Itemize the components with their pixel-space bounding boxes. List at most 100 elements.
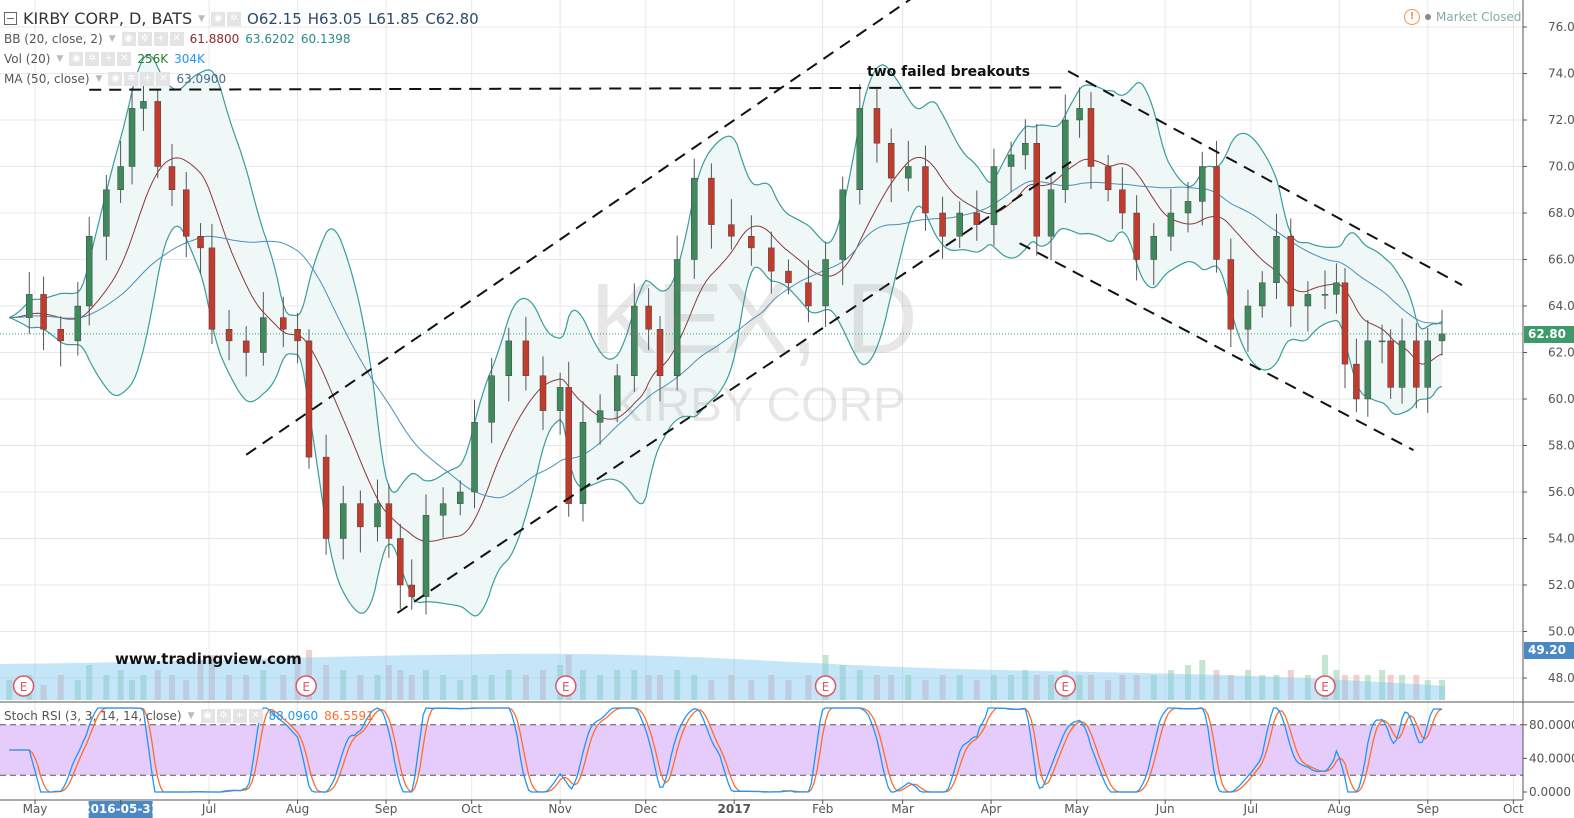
vol-ma-value: 304K xyxy=(174,52,205,66)
stoch-tick-label: 0.0000 xyxy=(1529,785,1571,799)
candle-body xyxy=(539,375,547,411)
chevron-down-icon[interactable]: ▼ xyxy=(188,711,195,721)
plus-icon[interactable]: + xyxy=(101,52,116,66)
price-tick-label: 70.00 xyxy=(1548,160,1574,174)
market-status-text: Market Closed xyxy=(1436,10,1522,24)
candle-body xyxy=(1133,212,1140,260)
candle xyxy=(305,329,313,469)
eye-icon[interactable]: ◉ xyxy=(211,11,226,26)
gear-icon[interactable]: ✲ xyxy=(124,72,139,86)
eye-icon[interactable]: ◉ xyxy=(200,709,215,723)
price-chart[interactable]: E E E E E E 76.00 74.00 72.00 70.00 68.00 66.00 64.0… xyxy=(0,0,1574,818)
stoch-rsi-legend: Stoch RSI (3, 3, 14, 14, close) ▼ ◉ ✲ + ✕ 88… xyxy=(4,709,374,723)
bb-label[interactable]: BB (20, close, 2) xyxy=(4,32,103,46)
stoch-k-value: 88.0960 xyxy=(268,709,319,723)
earnings-label: E xyxy=(302,680,310,694)
candle-body xyxy=(374,503,381,528)
eye-icon[interactable]: ◉ xyxy=(121,32,136,46)
close-icon[interactable]: ✕ xyxy=(169,32,184,46)
candle-body xyxy=(117,166,124,190)
price-tick-label: 74.00 xyxy=(1548,67,1574,81)
candle-body xyxy=(339,503,347,539)
candle-body xyxy=(565,387,572,504)
price-tick-label: 52.00 xyxy=(1548,578,1574,592)
close-icon[interactable]: ✕ xyxy=(248,709,263,723)
chevron-down-icon[interactable]: ▼ xyxy=(96,74,103,84)
price-tick-label: 72.00 xyxy=(1548,113,1574,127)
candle-body xyxy=(613,375,621,411)
candle-body xyxy=(1438,333,1446,342)
market-status[interactable]: ! Market Closed xyxy=(1404,9,1521,25)
candle-body xyxy=(1213,166,1220,260)
candle-body xyxy=(471,422,478,493)
candle xyxy=(40,276,47,351)
time-tick-label: Jun xyxy=(1155,802,1175,816)
candle-body xyxy=(856,108,864,190)
candle-body xyxy=(1047,189,1055,237)
plus-icon[interactable]: + xyxy=(140,72,155,86)
time-tick-label: 2017 xyxy=(718,802,751,816)
candle-body xyxy=(691,177,698,260)
symbol-title[interactable]: KIRBY CORP, D, BATS xyxy=(23,9,192,28)
candle-body xyxy=(128,108,136,167)
time-tick-label: Apr xyxy=(981,802,1002,816)
gear-icon[interactable]: ✲ xyxy=(216,709,231,723)
earnings-marker: E xyxy=(1054,675,1077,697)
candle-body xyxy=(1033,143,1041,237)
candle-body xyxy=(26,294,33,318)
bb-basis: 61.8800 xyxy=(189,32,240,46)
candle-body xyxy=(922,166,929,214)
candle-body xyxy=(596,410,604,423)
candle-body xyxy=(183,189,190,237)
candle-body xyxy=(57,329,64,342)
close-icon[interactable]: ✕ xyxy=(156,72,171,86)
candle-body xyxy=(728,224,735,237)
time-tick-label: Aug xyxy=(1328,802,1351,816)
chevron-down-icon[interactable]: ▼ xyxy=(109,34,116,44)
time-tick-label: Sep xyxy=(1416,802,1439,816)
annotation-text[interactable]: two failed breakouts xyxy=(867,64,1030,80)
ma-legend: MA (50, close) ▼ ◉ ✲ + ✕ 63.0900 xyxy=(4,72,226,86)
earnings-marker: E xyxy=(12,675,35,697)
gear-icon[interactable]: ✲ xyxy=(137,32,152,46)
candle-body xyxy=(422,515,430,597)
candle-body xyxy=(385,503,393,539)
candle-body xyxy=(357,503,364,528)
earnings-label: E xyxy=(1321,680,1329,694)
gear-icon[interactable]: ✲ xyxy=(227,11,242,26)
candle-body xyxy=(408,584,415,597)
plus-icon[interactable]: + xyxy=(153,32,168,46)
stoch-rsi-label[interactable]: Stoch RSI (3, 3, 14, 14, close) xyxy=(4,709,182,723)
candle-body xyxy=(1398,340,1406,388)
candle-body xyxy=(208,247,216,330)
time-tick-label: 2016-05-31 xyxy=(82,802,159,816)
stoch-tick-label: 80.0000 xyxy=(1529,718,1574,732)
collapse-icon[interactable] xyxy=(4,12,17,25)
chevron-down-icon[interactable]: ▼ xyxy=(198,14,205,24)
stoch-d-value: 86.5591 xyxy=(324,709,374,723)
chevron-down-icon[interactable]: ▼ xyxy=(56,54,63,64)
candle-body xyxy=(294,329,301,342)
price-tick-label: 48.00 xyxy=(1548,671,1574,685)
earnings-marker: E xyxy=(814,675,837,697)
close-icon[interactable]: ✕ xyxy=(117,52,132,66)
candle-body xyxy=(305,340,313,458)
time-tick-label: May xyxy=(1064,802,1089,816)
status-dot-icon xyxy=(1425,14,1431,20)
candle-body xyxy=(768,247,775,272)
candle-body xyxy=(1167,212,1175,237)
eye-icon[interactable]: ◉ xyxy=(108,72,123,86)
earnings-label: E xyxy=(822,680,830,694)
candle-body xyxy=(168,166,176,190)
candle-body xyxy=(74,305,82,342)
candle-body xyxy=(939,212,946,237)
ma-label[interactable]: MA (50, close) xyxy=(4,72,90,86)
eye-icon[interactable]: ◉ xyxy=(69,52,84,66)
vol-label[interactable]: Vol (20) xyxy=(4,52,50,66)
candle-body xyxy=(1333,282,1340,295)
plus-icon[interactable]: + xyxy=(232,709,247,723)
time-tick-label: Sep xyxy=(375,802,398,816)
gear-icon[interactable]: ✲ xyxy=(85,52,100,66)
time-tick-label: Aug xyxy=(286,802,309,816)
candle-body xyxy=(579,422,587,504)
